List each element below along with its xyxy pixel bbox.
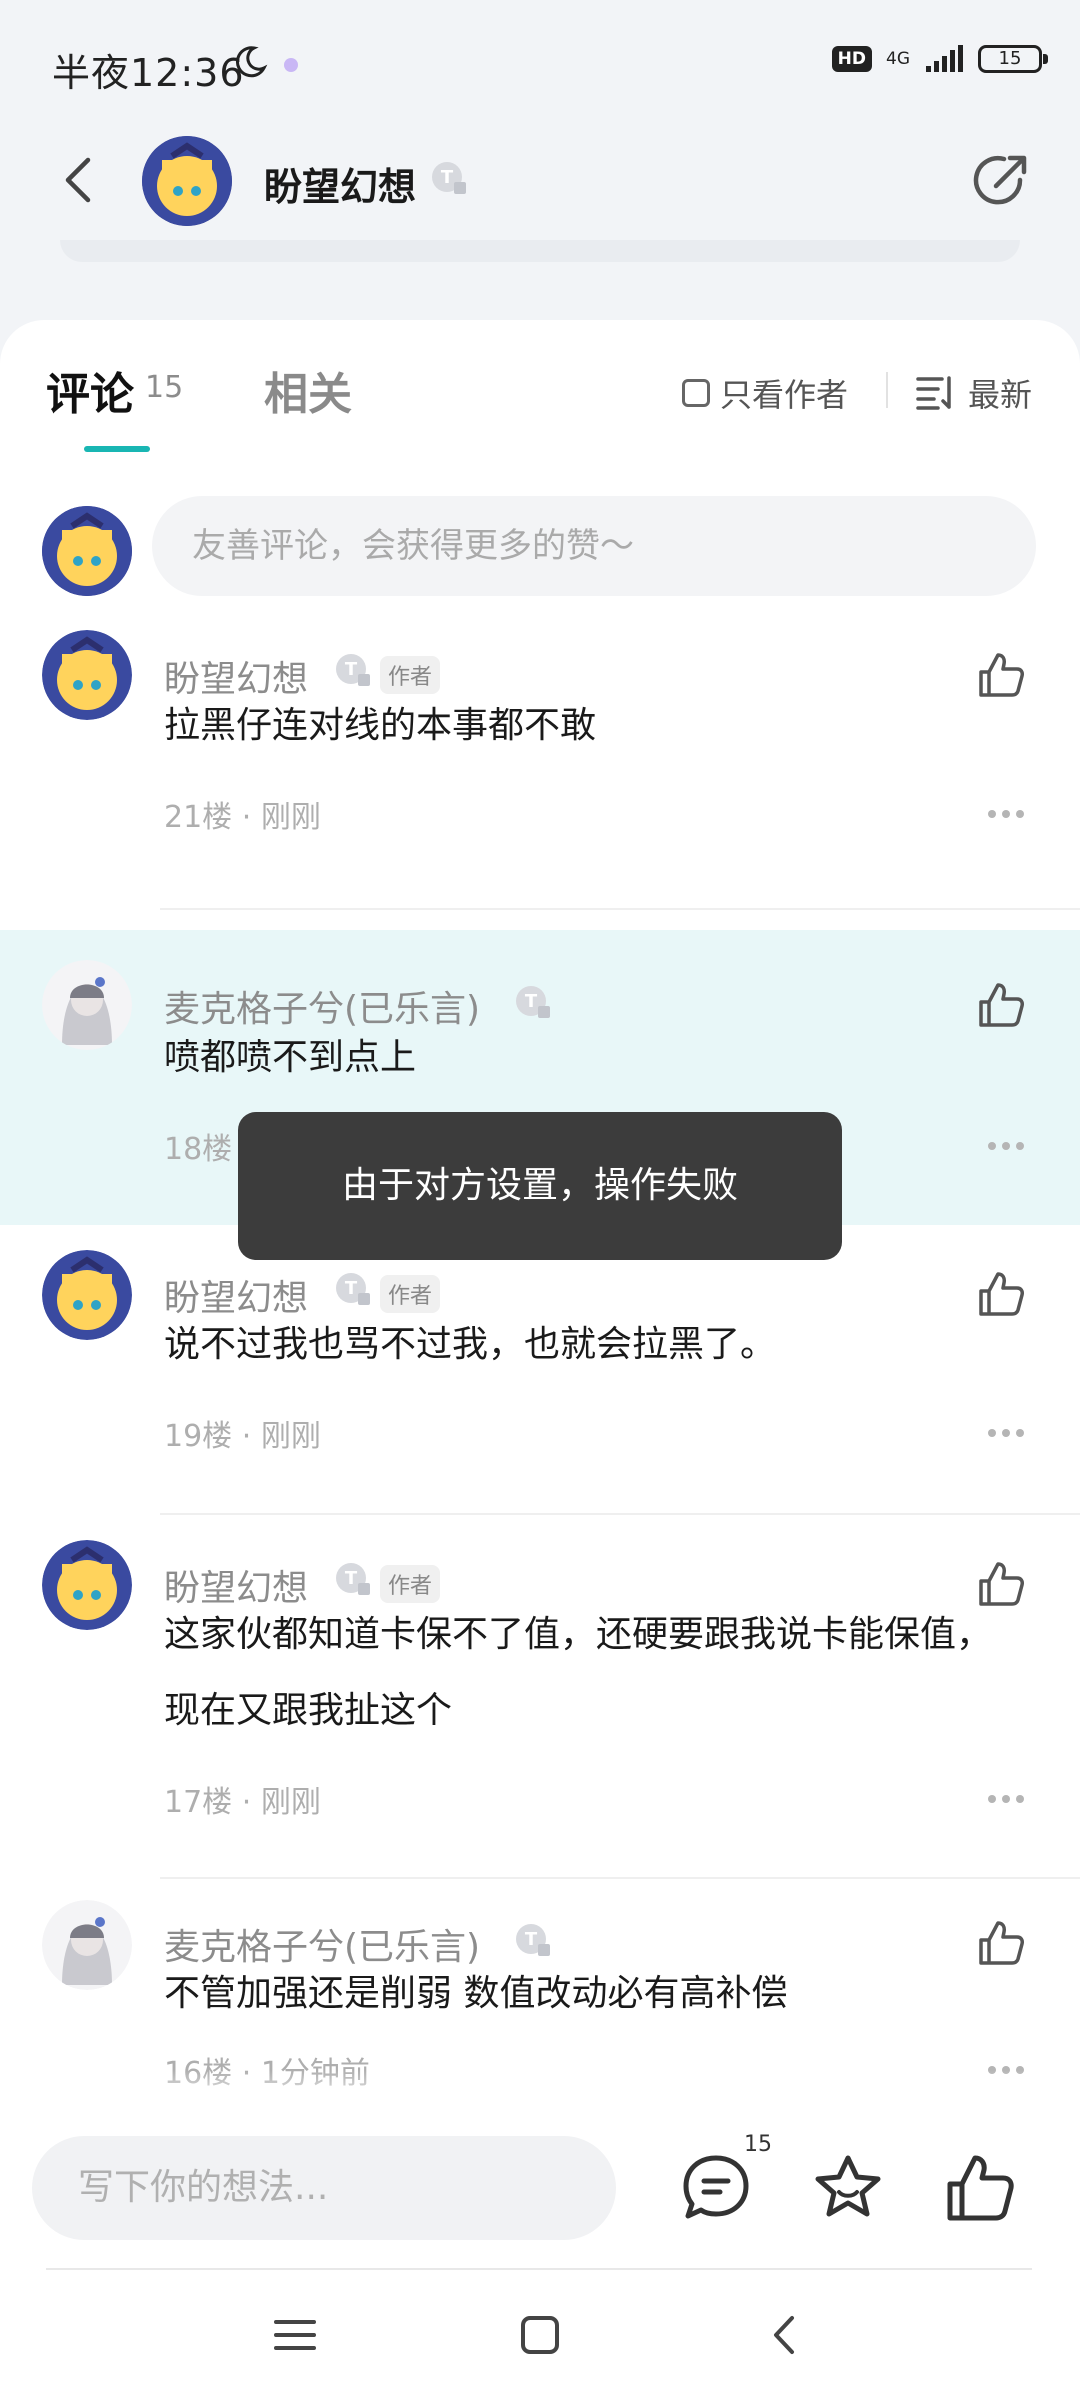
my-avatar [42, 506, 132, 596]
status-time: 半夜12:36 [52, 51, 245, 95]
comment-floor: 19楼 [164, 1419, 233, 1454]
checkbox-icon[interactable] [682, 379, 710, 407]
tab-comments-count: 15 [145, 370, 184, 405]
signal-icon [926, 45, 963, 72]
more-icon[interactable] [986, 1793, 1026, 1805]
level-badge-icon: T [336, 1273, 370, 1305]
meta-separator: · [241, 1419, 252, 1454]
notification-dot-icon [284, 58, 298, 72]
active-tab-indicator [84, 446, 150, 452]
comment-meta: 17楼 · 刚刚 [164, 1777, 321, 1821]
fade-overlay [0, 2070, 1080, 2110]
comment-meta: 21楼 · 刚刚 [164, 792, 321, 836]
write-thought-input[interactable]: 写下你的想法... [32, 2136, 616, 2240]
meta-separator: · [241, 1785, 252, 1820]
bottom-action-bar: 写下你的想法... 15 [0, 2070, 1080, 2270]
comment-time: 刚刚 [260, 1419, 321, 1454]
comment-floor: 17楼 [164, 1785, 233, 1820]
tab-related[interactable]: 相关 [264, 358, 352, 422]
author-avatar[interactable] [142, 136, 232, 226]
moon-icon [235, 46, 268, 78]
like-icon[interactable] [940, 2148, 1020, 2228]
comment-item: 盼望幻想 T 作者 拉黑仔连对线的本事都不敢 21楼 · 刚刚 [0, 630, 1080, 930]
tab-comments[interactable]: 评论 [46, 358, 134, 422]
level-badge-icon: T [516, 1924, 550, 1956]
comment-floor: 21楼 [164, 800, 233, 835]
divider [886, 372, 888, 408]
avatar[interactable] [42, 1540, 132, 1630]
comment-time: 刚刚 [260, 800, 321, 835]
svg-text:T: T [345, 1278, 358, 1299]
comment-text: 不管加强还是削弱 数值改动必有高补偿 [164, 1973, 788, 2014]
only-author-toggle[interactable]: 只看作者 [682, 370, 848, 416]
toast-message: 由于对方设置，操作失败 [238, 1112, 842, 1260]
comment-text: 说不过我也骂不过我，也就会拉黑了。 [164, 1324, 777, 1365]
svg-text:T: T [525, 991, 538, 1012]
status-bar: 半夜12:36 HD 4G 15 [0, 0, 1080, 130]
comment-item: 盼望幻想 T 作者 说不过我也骂不过我，也就会拉黑了。 19楼 · 刚刚 [0, 1225, 1080, 1515]
sort-label: 最新 [968, 376, 1033, 414]
level-badge-icon: T [432, 162, 466, 194]
battery-icon: 15 [978, 45, 1048, 73]
comment-time: 刚刚 [260, 1785, 321, 1820]
comment-text: 这家伙都知道卡保不了值，还硬要跟我说卡能保值，现在又跟我扯这个 [164, 1614, 993, 1731]
level-badge-icon: T [516, 986, 550, 1018]
top-nav: 盼望幻想 T [0, 130, 1080, 230]
level-badge-icon: T [336, 1563, 370, 1595]
comment-meta: 19楼 · 刚刚 [164, 1411, 321, 1455]
comment-list: 盼望幻想 T 作者 拉黑仔连对线的本事都不敢 21楼 · 刚刚 麦克格子兮(已乐… [0, 630, 1080, 2110]
level-badge-icon: T [336, 654, 370, 686]
only-author-label: 只看作者 [720, 376, 849, 414]
comment-input-row: 友善评论，会获得更多的赞～ [0, 496, 1080, 606]
back-nav-icon[interactable] [760, 2310, 810, 2360]
avatar[interactable] [42, 630, 132, 720]
comment-input[interactable]: 友善评论，会获得更多的赞～ [152, 496, 1036, 596]
comment-text: 喷都喷不到点上 [164, 1037, 417, 1078]
avatar[interactable] [42, 1900, 132, 1990]
home-icon[interactable] [515, 2310, 565, 2360]
comment-icon[interactable] [676, 2148, 756, 2228]
avatar[interactable] [42, 1250, 132, 1340]
comment-count: 15 [744, 2132, 772, 2157]
comment-tabs: 评论 15 相关 只看作者 最新 [0, 320, 1080, 460]
more-icon[interactable] [986, 808, 1026, 820]
svg-text:T: T [525, 1929, 538, 1950]
meta-separator: · [241, 800, 252, 835]
comment-item: 盼望幻想 T 作者 这家伙都知道卡保不了值，还硬要跟我说卡能保值，现在又跟我扯这… [0, 1515, 1080, 1880]
more-icon[interactable] [986, 1140, 1026, 1152]
page-title: 盼望幻想 [264, 165, 417, 209]
network-type: 4G [886, 49, 910, 69]
back-icon[interactable] [52, 152, 108, 208]
avatar[interactable] [42, 960, 132, 1050]
more-icon[interactable] [986, 1427, 1026, 1439]
comment-floor: 18楼 [164, 1132, 233, 1167]
comment-text: 拉黑仔连对线的本事都不敢 [164, 705, 597, 746]
sort-icon [916, 376, 951, 410]
divider [160, 908, 1080, 910]
divider [160, 1877, 1080, 1879]
menu-icon[interactable] [270, 2310, 320, 2360]
hd-badge: HD [831, 46, 872, 72]
svg-text:T: T [345, 659, 358, 680]
sort-button[interactable]: 最新 [916, 370, 1032, 416]
content-preview-strip [60, 240, 1020, 262]
svg-text:T: T [345, 1568, 358, 1589]
favorite-star-icon[interactable] [808, 2148, 888, 2228]
status-indicators: HD 4G 15 [831, 44, 1048, 74]
svg-text:T: T [441, 167, 454, 188]
share-icon[interactable] [970, 150, 1032, 212]
system-navigation-bar [0, 2270, 1080, 2400]
